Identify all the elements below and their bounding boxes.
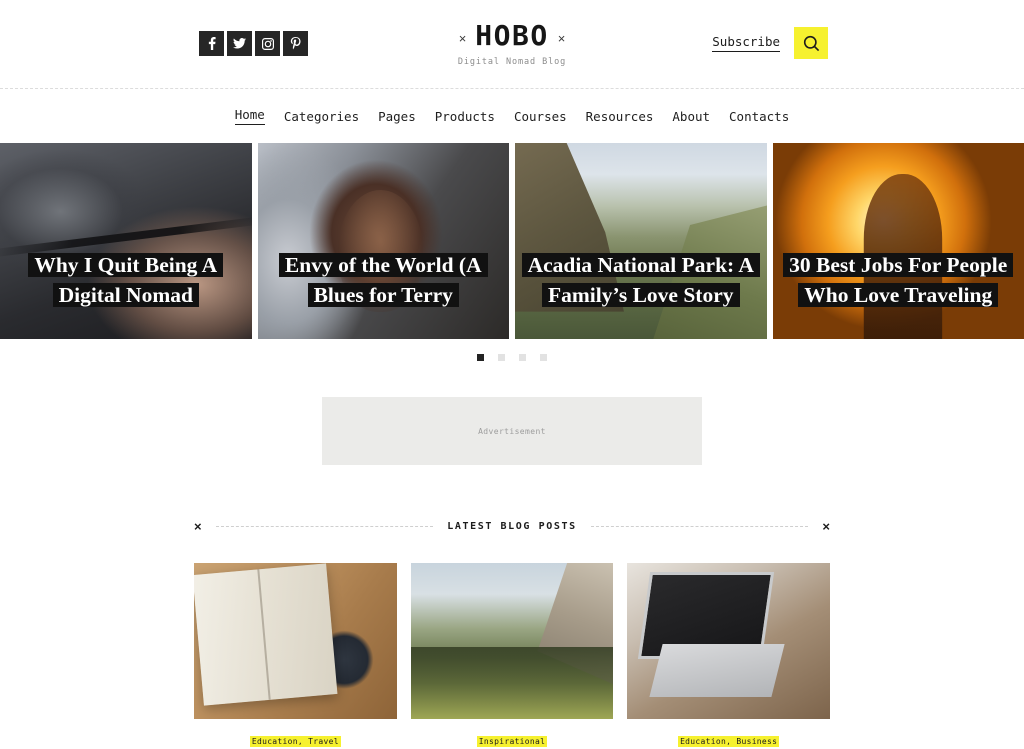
nav-item-products[interactable]: Products	[435, 109, 495, 124]
post-card[interactable]: Education, Travel	[194, 563, 397, 749]
latest-posts-grid: Education, Travel Inspirational Educatio…	[194, 563, 830, 749]
main-navigation: Home Categories Pages Products Courses R…	[0, 89, 1024, 143]
section-divider-right	[591, 526, 809, 527]
slide-title-link[interactable]: Acadia National Park: A Family’s Love St…	[528, 253, 754, 308]
slide-caption: Why I Quit Being A Digital Nomad	[0, 250, 252, 311]
slider-dot-3[interactable]	[519, 354, 526, 361]
post-category-label[interactable]: Inspirational	[477, 736, 548, 747]
slide-title-link[interactable]: Why I Quit Being A Digital Nomad	[34, 253, 217, 308]
slider-dot-1[interactable]	[477, 354, 484, 361]
slide-caption: Acadia National Park: A Family’s Love St…	[515, 250, 767, 311]
logo-mark-right-icon: ×	[558, 32, 566, 45]
post-category-label[interactable]: Education, Business	[678, 736, 779, 747]
advertisement-section: Advertisement	[0, 375, 1024, 465]
nav-item-resources[interactable]: Resources	[586, 109, 654, 124]
post-card[interactable]: Education, Business	[627, 563, 830, 749]
section-marker-right-icon: ×	[822, 520, 830, 533]
slider-dot-4[interactable]	[540, 354, 547, 361]
post-card[interactable]: Inspirational	[411, 563, 614, 749]
search-button[interactable]	[794, 27, 828, 59]
logo-text: HOBO	[475, 22, 548, 50]
nav-item-pages[interactable]: Pages	[378, 109, 416, 124]
site-header: × HOBO × Digital Nomad Blog Subscribe	[0, 0, 1024, 88]
slider-dot-2[interactable]	[498, 354, 505, 361]
nav-item-categories[interactable]: Categories	[284, 109, 359, 124]
site-logo[interactable]: × HOBO × Digital Nomad Blog	[0, 22, 1024, 67]
slide-title-link[interactable]: Envy of the World (A Blues for Terry	[285, 253, 482, 308]
slide-item[interactable]: 30 Best Jobs For People Who Love Traveli…	[773, 143, 1024, 339]
header-actions: Subscribe	[712, 27, 828, 59]
slide-caption: 30 Best Jobs For People Who Love Traveli…	[773, 250, 1024, 311]
section-marker-left-icon: ×	[194, 520, 202, 533]
post-thumbnail-book[interactable]	[194, 563, 397, 719]
advertisement-placeholder[interactable]: Advertisement	[322, 397, 702, 465]
slide-title-link[interactable]: 30 Best Jobs For People Who Love Traveli…	[789, 253, 1007, 308]
slide-caption: Envy of the World (A Blues for Terry	[258, 250, 510, 311]
slide-item[interactable]: Envy of the World (A Blues for Terry	[258, 143, 510, 339]
nav-item-about[interactable]: About	[672, 109, 710, 124]
section-title: LATEST BLOG POSTS	[447, 521, 577, 532]
post-thumbnail-valley[interactable]	[411, 563, 614, 719]
slide-item[interactable]: Acadia National Park: A Family’s Love St…	[515, 143, 767, 339]
search-icon	[803, 35, 820, 52]
subscribe-link[interactable]: Subscribe	[712, 34, 780, 52]
nav-item-home[interactable]: Home	[235, 107, 265, 125]
section-divider-left	[216, 526, 434, 527]
post-categories: Inspirational	[411, 731, 614, 749]
post-category-label[interactable]: Education, Travel	[250, 736, 341, 747]
section-header-latest-posts: × LATEST BLOG POSTS ×	[194, 520, 830, 533]
post-categories: Education, Business	[627, 731, 830, 749]
featured-slider: Why I Quit Being A Digital Nomad Envy of…	[0, 143, 1024, 339]
slider-pagination	[0, 339, 1024, 375]
post-thumbnail-laptop[interactable]	[627, 563, 830, 719]
slide-item[interactable]: Why I Quit Being A Digital Nomad	[0, 143, 252, 339]
advertisement-label: Advertisement	[478, 427, 546, 436]
logo-mark-left-icon: ×	[459, 32, 467, 45]
nav-item-courses[interactable]: Courses	[514, 109, 567, 124]
post-categories: Education, Travel	[194, 731, 397, 749]
nav-item-contacts[interactable]: Contacts	[729, 109, 789, 124]
logo-tagline: Digital Nomad Blog	[0, 57, 1024, 67]
